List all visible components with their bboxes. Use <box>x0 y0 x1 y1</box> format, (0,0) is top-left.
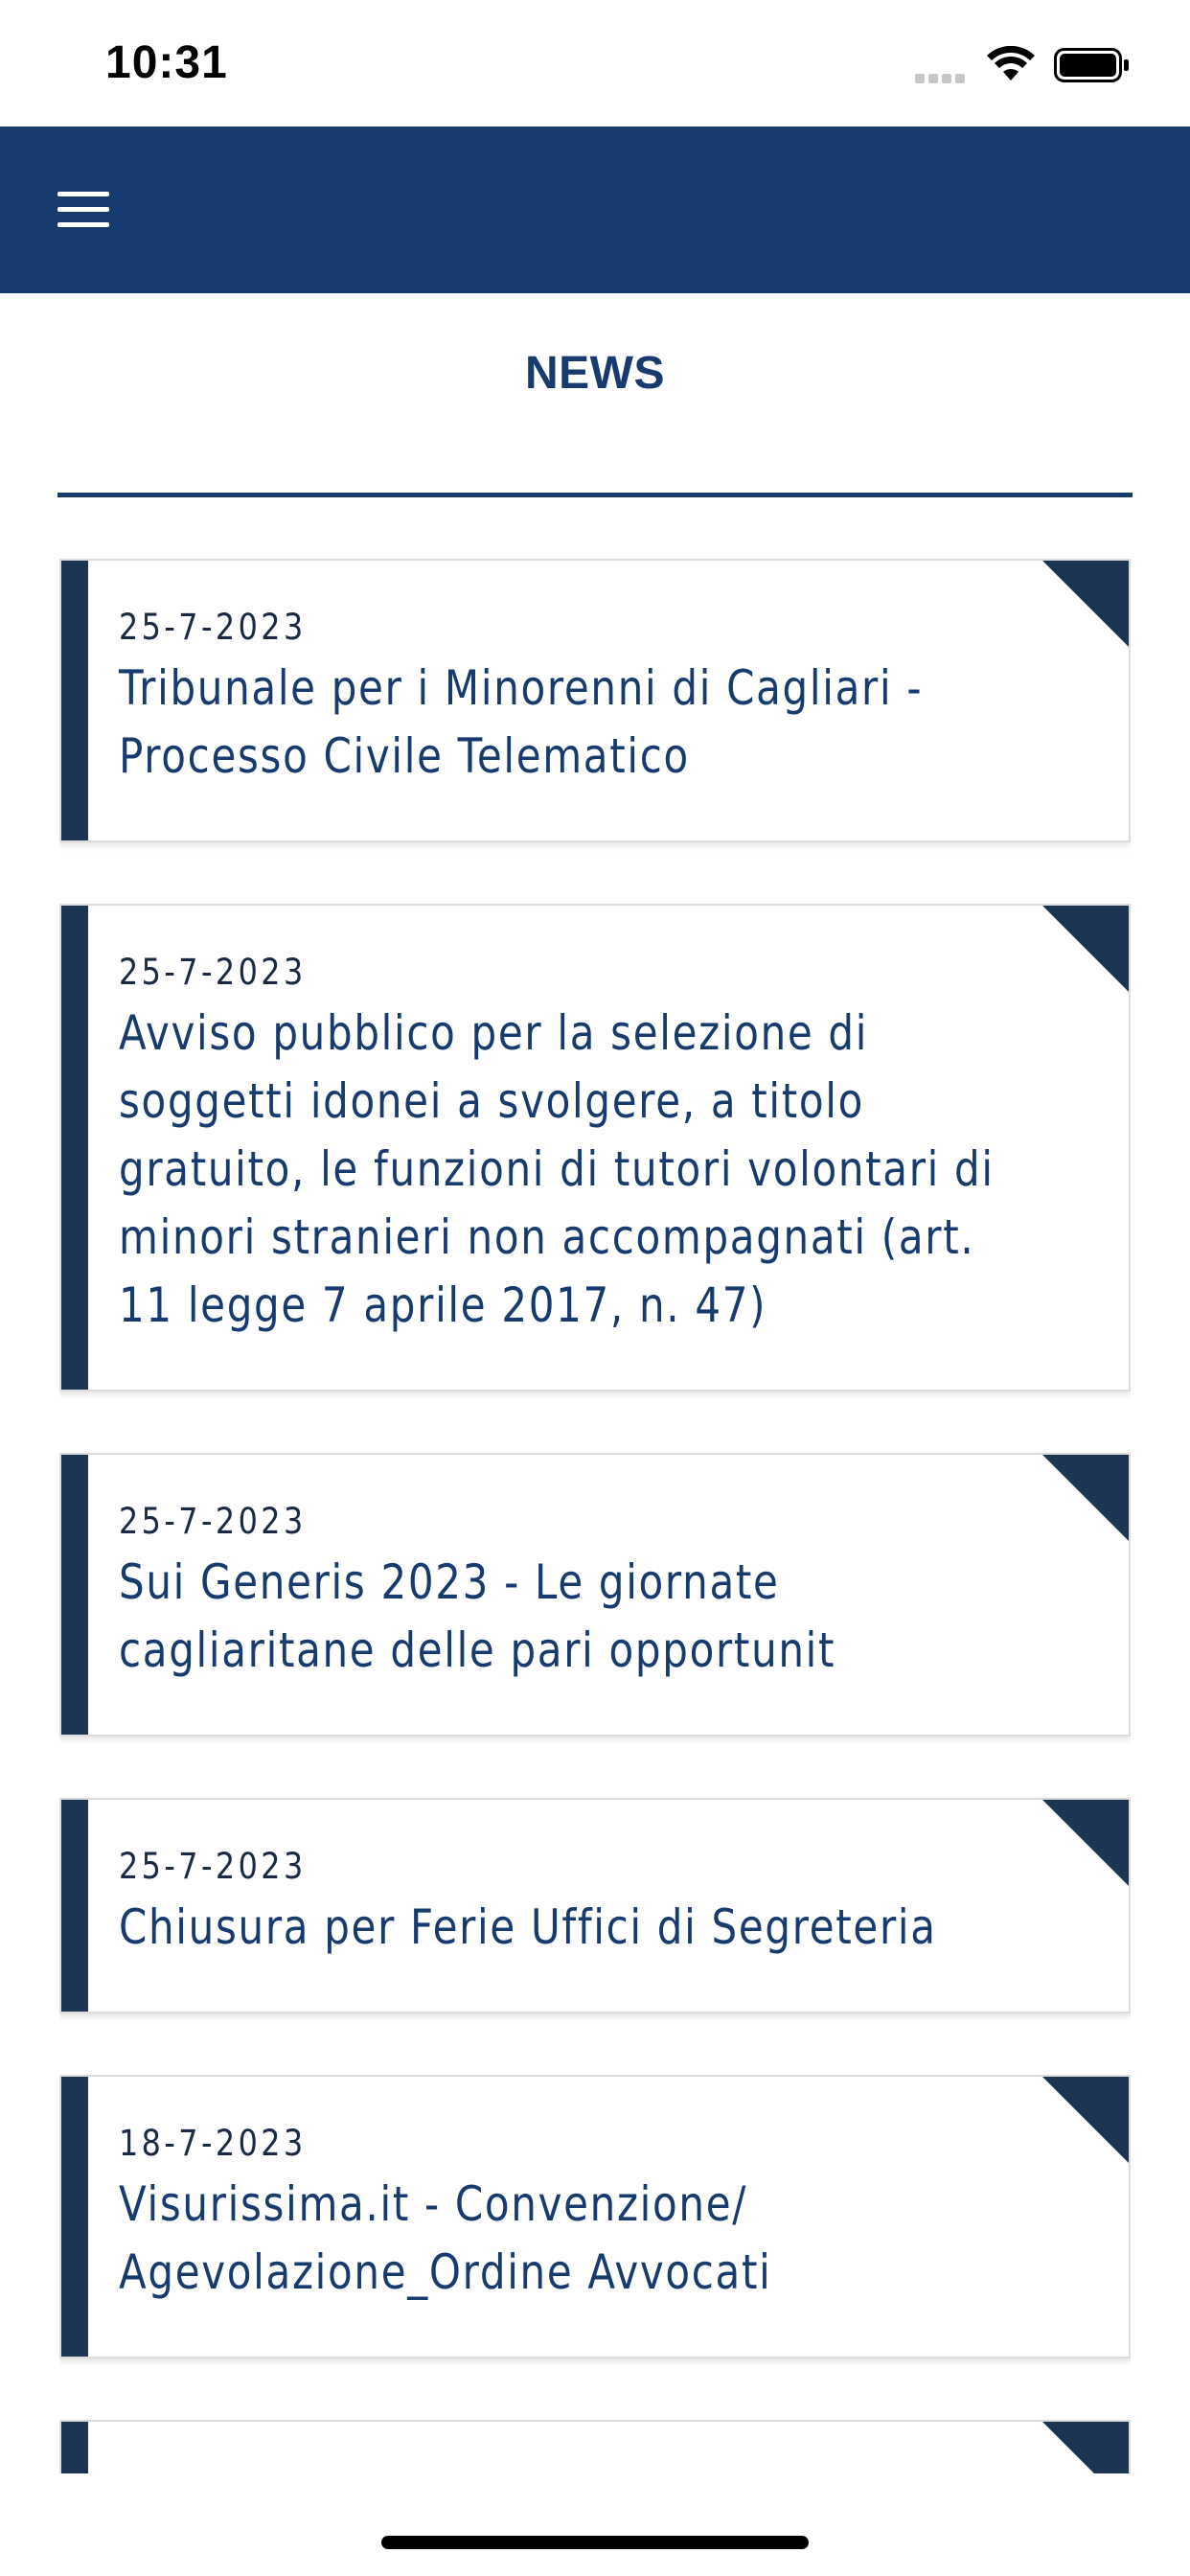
news-title: Chiusura per Ferie Uffici di Segreteria <box>119 1899 937 1955</box>
cellular-signal-icon <box>915 71 969 83</box>
news-card[interactable]: 25-7-2023 Chiusura per Ferie Uffici di S… <box>59 1798 1131 2013</box>
news-title: Avviso pubblico per la selezione di sogg… <box>119 1005 995 1333</box>
card-corner-decoration <box>1042 2422 1129 2473</box>
card-corner-decoration <box>1042 2077 1129 2163</box>
card-corner-decoration <box>1042 1800 1129 1886</box>
news-date: 18-7-2023 <box>119 2123 307 2164</box>
news-list[interactable]: 25-7-2023 Tribunale per i Minorenni di C… <box>59 559 1131 2473</box>
wifi-icon <box>987 46 1035 80</box>
news-title: Sui Generis 2023 - Le giornate cagliarit… <box>119 1554 836 1678</box>
status-time: 10:31 <box>105 37 228 88</box>
card-corner-decoration <box>1042 906 1129 992</box>
news-title: Visurissima.it - Convenzione/ Agevolazio… <box>119 2176 772 2300</box>
page-title: NEWS <box>525 348 665 399</box>
news-card[interactable]: 18-7-2023 Visurissima.it - Convenzione/ … <box>59 2075 1131 2358</box>
news-date: 25-7-2023 <box>119 952 307 993</box>
card-corner-decoration <box>1042 1455 1129 1541</box>
news-card[interactable]: 17-7-2023 <box>59 2420 1131 2473</box>
news-title: Tribunale per i Minorenni di Cagliari - … <box>119 660 924 784</box>
battery-icon <box>1054 48 1129 82</box>
screen: 10:31 NEWS 25-7-2023 Tribunale per i Min… <box>0 0 1190 2576</box>
app-header <box>0 126 1190 293</box>
news-date: 25-7-2023 <box>119 1846 307 1887</box>
hamburger-menu-icon[interactable] <box>54 188 115 232</box>
news-date: 17-7-2023 <box>119 2468 1012 2473</box>
news-card[interactable]: 25-7-2023 Sui Generis 2023 - Le giornate… <box>59 1453 1131 1736</box>
news-date: 25-7-2023 <box>119 607 307 648</box>
news-date: 25-7-2023 <box>119 1501 307 1542</box>
news-card[interactable]: 25-7-2023 Avviso pubblico per la selezio… <box>59 904 1131 1392</box>
title-divider <box>57 493 1133 497</box>
news-card[interactable]: 25-7-2023 Tribunale per i Minorenni di C… <box>59 559 1131 842</box>
card-corner-decoration <box>1042 561 1129 647</box>
home-indicator <box>381 2536 809 2549</box>
status-bar: 10:31 <box>0 0 1190 126</box>
